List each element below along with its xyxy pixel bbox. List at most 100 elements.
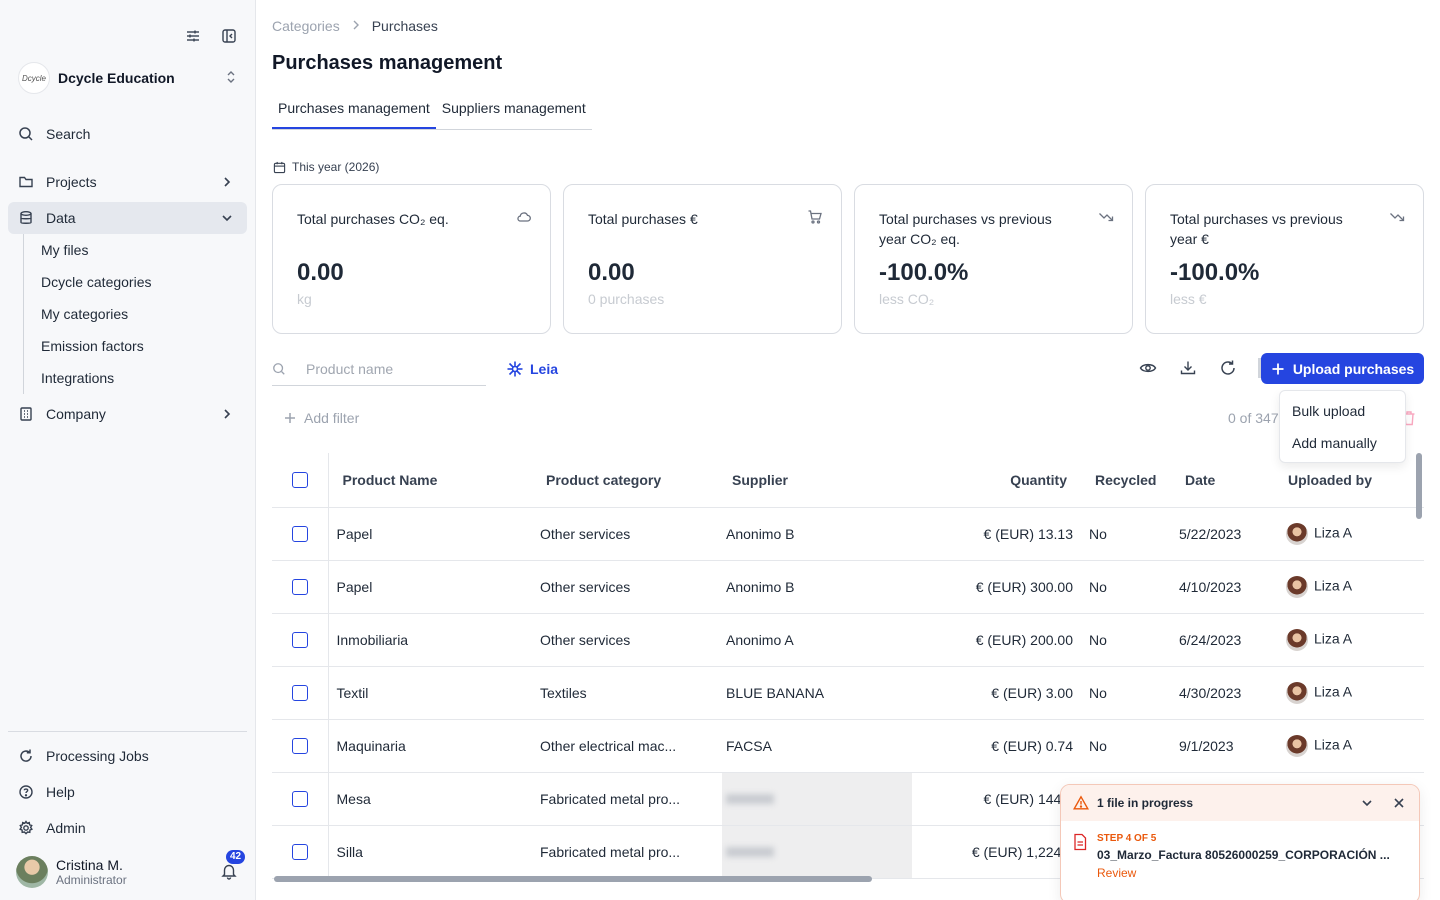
cell-quantity: € (EUR) 200.00	[975, 631, 1073, 648]
help-circle-icon	[18, 784, 34, 800]
cell-quantity: € (EUR) 300.00	[975, 578, 1073, 595]
chevron-right-icon	[219, 406, 235, 422]
leia-button[interactable]: Leia	[506, 360, 558, 378]
redacted-text	[726, 793, 774, 804]
avatar	[1286, 628, 1308, 651]
cell-supplier: Anonimo A	[726, 631, 794, 648]
nav-search[interactable]: Search	[8, 118, 247, 150]
refresh-icon[interactable]	[1218, 358, 1238, 378]
add-filter-button[interactable]: Add filter	[284, 410, 359, 426]
eye-icon[interactable]	[1138, 358, 1158, 378]
card-label: Total purchases €	[588, 211, 698, 227]
toast-review-link[interactable]: Review	[1097, 866, 1402, 880]
cell-product-name: Textil	[336, 684, 369, 701]
nav-company-label: Company	[46, 406, 106, 422]
collapse-sidebar-icon[interactable]	[219, 26, 239, 46]
chevron-down-icon[interactable]	[1359, 795, 1375, 811]
cell-quantity: € (EUR) 3.00	[991, 684, 1073, 701]
plus-icon	[285, 413, 295, 423]
close-icon[interactable]	[1391, 795, 1407, 811]
uploader-name: Liza A	[1314, 736, 1353, 753]
header-date[interactable]: Date	[1177, 453, 1280, 507]
cell-product-category: Fabricated metal pro...	[540, 843, 681, 860]
header-recycled[interactable]: Recycled	[1077, 453, 1177, 507]
download-icon[interactable]	[1178, 358, 1198, 378]
uploader-name: Liza A	[1314, 577, 1353, 594]
table-row[interactable]: Inmobiliaria Other services Anonimo A € …	[272, 613, 1424, 666]
menu-item-add-manually[interactable]: Add manually	[1280, 427, 1405, 459]
row-checkbox[interactable]	[291, 526, 308, 543]
cell-date: 4/30/2023	[1179, 684, 1242, 701]
row-checkbox[interactable]	[291, 579, 308, 596]
user-profile[interactable]: Cristina M. Administrator 42	[16, 850, 246, 889]
subnav-integrations[interactable]: Integrations	[24, 362, 243, 394]
building-icon	[18, 406, 34, 422]
database-icon	[18, 210, 34, 226]
subnav-emission-factors[interactable]: Emission factors	[24, 330, 243, 362]
cell-supplier-redacted	[722, 772, 912, 825]
row-checkbox[interactable]	[291, 844, 308, 861]
header-supplier[interactable]: Supplier	[722, 453, 912, 507]
menu-item-bulk-upload[interactable]: Bulk upload	[1280, 395, 1405, 427]
cell-product-category: Other services	[540, 578, 631, 595]
header-quantity[interactable]: Quantity	[912, 453, 1077, 507]
subnav-my-files[interactable]: My files	[24, 234, 243, 266]
cell-recycled: No	[1089, 578, 1107, 595]
notifications-button[interactable]: 42	[220, 850, 246, 882]
card-vs-previous-co2: Total purchases vs previous year CO₂ eq.…	[854, 184, 1133, 334]
nav-help[interactable]: Help	[8, 776, 247, 808]
row-checkbox[interactable]	[291, 791, 308, 808]
nav-admin[interactable]: Admin	[8, 812, 247, 844]
date-filter-label: This year (2026)	[292, 160, 380, 174]
toast-file-name: 03_Marzo_Factura 80526000259_CORPORACIÓN…	[1097, 848, 1390, 862]
row-checkbox[interactable]	[291, 685, 308, 702]
select-all-checkbox[interactable]	[291, 472, 308, 489]
table-row[interactable]: Textil Textiles BLUE BANANA € (EUR) 3.00…	[272, 666, 1424, 719]
subnav-dcycle-categories[interactable]: Dcycle categories	[24, 266, 243, 298]
chevron-down-icon	[219, 210, 235, 226]
header-product-name[interactable]: Product Name	[328, 453, 532, 507]
card-value: 0.00	[588, 259, 635, 286]
subnav-my-categories[interactable]: My categories	[24, 298, 243, 330]
product-search	[272, 352, 486, 386]
table-row[interactable]: Papel Other services Anonimo B € (EUR) 3…	[272, 560, 1424, 613]
uploader-name: Liza A	[1314, 683, 1353, 700]
sidebar-top-actions	[183, 26, 239, 46]
breadcrumb-categories[interactable]: Categories	[272, 18, 340, 34]
nav-processing-jobs[interactable]: Processing Jobs	[8, 740, 247, 772]
table-actions	[1138, 358, 1278, 378]
calendar-icon	[273, 161, 286, 173]
row-checkbox[interactable]	[291, 632, 308, 649]
organization-switcher[interactable]: Dcycle Dcycle Education	[18, 60, 239, 96]
date-filter[interactable]: This year (2026)	[273, 160, 379, 174]
nav-company[interactable]: Company	[8, 398, 247, 430]
table-row[interactable]: Papel Other services Anonimo B € (EUR) 1…	[272, 507, 1424, 560]
add-filter-label: Add filter	[304, 410, 360, 426]
settings-sliders-icon[interactable]	[183, 26, 203, 46]
row-checkbox[interactable]	[291, 738, 308, 755]
horizontal-scrollbar[interactable]	[274, 876, 872, 882]
header-product-category[interactable]: Product category	[532, 453, 722, 507]
nav-projects[interactable]: Projects	[8, 166, 247, 198]
row-select-cell	[272, 560, 329, 613]
vertical-scrollbar[interactable]	[1416, 453, 1422, 519]
avatar	[16, 856, 48, 888]
toast-step: STEP 4 OF 5	[1097, 833, 1157, 844]
avatar	[1286, 522, 1308, 545]
card-sub: kg	[297, 291, 312, 307]
tab-purchases-management[interactable]: Purchases management	[272, 96, 436, 129]
cell-recycled: No	[1089, 631, 1107, 648]
search-icon	[273, 362, 285, 375]
upload-purchases-button[interactable]: Upload purchases	[1261, 353, 1424, 384]
search-input[interactable]	[306, 360, 476, 377]
leia-sparkle-icon	[507, 361, 523, 377]
nav-data[interactable]: Data	[8, 202, 247, 234]
cell-product-name: Silla	[336, 843, 363, 860]
cell-product-name: Maquinaria	[336, 737, 406, 754]
org-logo: Dcycle	[18, 62, 50, 94]
tab-suppliers-management[interactable]: Suppliers management	[436, 96, 592, 129]
table-row[interactable]: Maquinaria Other electrical mac... FACSA…	[272, 719, 1424, 772]
card-total-co2: Total purchases CO₂ eq. 0.00 kg	[272, 184, 551, 334]
avatar	[1286, 575, 1308, 598]
user-name: Cristina M.	[56, 857, 123, 873]
